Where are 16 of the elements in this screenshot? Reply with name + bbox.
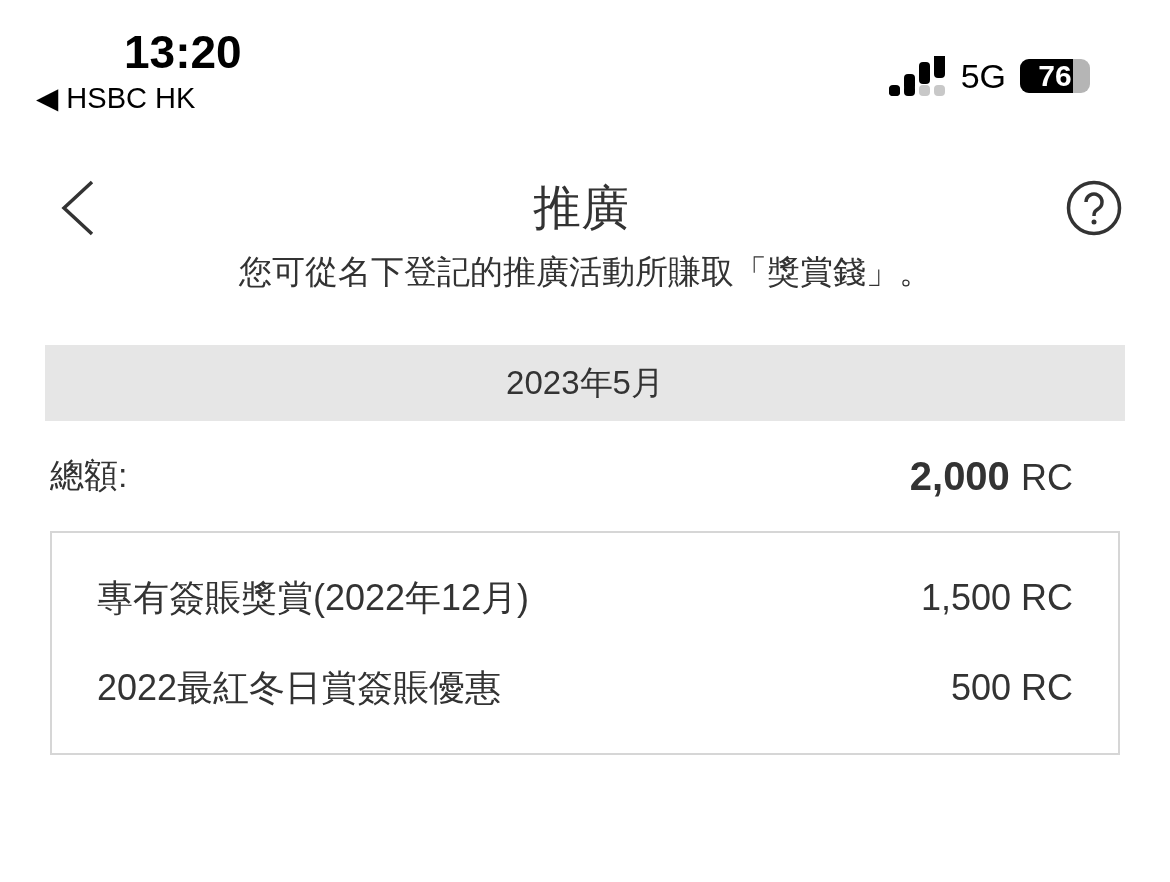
month-header: 2023年5月 — [45, 345, 1125, 421]
back-icon[interactable] — [60, 180, 96, 236]
battery-icon: 76 — [1020, 59, 1090, 93]
back-to-app-link[interactable]: ◀ HSBC HK — [36, 80, 196, 116]
help-icon[interactable] — [1066, 180, 1122, 236]
page-title: 推廣 — [533, 180, 629, 236]
network-type: 5G — [960, 56, 1006, 96]
reward-amount: 1,500 RC — [920, 577, 1073, 619]
total-label: 總額: — [50, 455, 128, 496]
reward-amount: 500 RC — [950, 667, 1073, 709]
intro-text: 您可從名下登記的推廣活動所賺取「獎賞錢」。 — [237, 252, 933, 292]
signal-icon — [888, 56, 947, 96]
reward-name: 2022最紅冬日賞簽賬優惠 — [97, 665, 502, 710]
total-amount: 2,000 RC — [909, 453, 1073, 499]
reward-name: 專有簽賬獎賞(2022年12月) — [97, 575, 530, 620]
clock-time: 13:20 — [124, 26, 242, 78]
